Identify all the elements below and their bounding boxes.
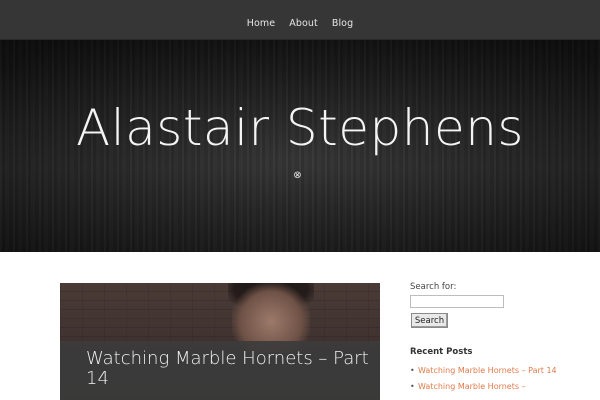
site-title[interactable]: Alastair Stephens: [0, 98, 600, 158]
nav-item-home: Home: [240, 11, 282, 30]
recent-posts-list: Watching Marble Hornets – Part 14 Watchi…: [410, 366, 590, 391]
nav-link-home[interactable]: Home: [247, 18, 275, 29]
recent-posts-heading: Recent Posts: [410, 347, 473, 357]
search-label: Search for:: [410, 282, 457, 292]
post-title[interactable]: Watching Marble Hornets – Part 14: [86, 349, 376, 389]
search-form: Search for: Search: [410, 282, 590, 328]
recent-post-item: Watching Marble Hornets –: [410, 382, 590, 391]
recent-post-link[interactable]: Watching Marble Hornets –: [418, 382, 526, 391]
nav-item-blog: Blog: [325, 11, 360, 30]
featured-post[interactable]: Watching Marble Hornets – Part 14: [60, 283, 380, 400]
scroll-down-icon[interactable]: ⊗: [292, 170, 303, 181]
nav-menu: Home About Blog: [0, 0, 600, 40]
search-input[interactable]: [410, 295, 504, 308]
recent-post-link[interactable]: Watching Marble Hornets – Part 14: [418, 366, 557, 375]
search-button[interactable]: Search: [411, 313, 448, 328]
nav-link-about[interactable]: About: [289, 18, 318, 29]
recent-post-item: Watching Marble Hornets – Part 14: [410, 366, 590, 375]
nav-link-blog[interactable]: Blog: [332, 18, 353, 29]
hero-banner: Alastair Stephens ⊗: [0, 40, 600, 252]
nav-item-about: About: [282, 11, 325, 30]
top-navigation: Home About Blog: [0, 0, 600, 40]
sidebar: Search for: Search Recent Posts Watching…: [410, 280, 590, 398]
